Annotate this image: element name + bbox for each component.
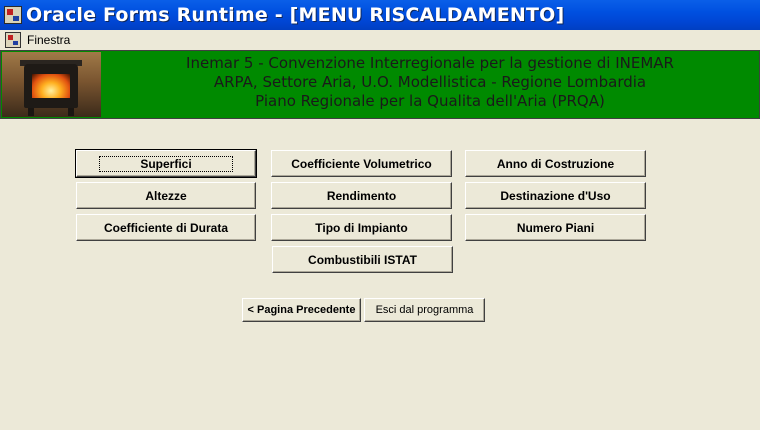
destinazione-uso-button[interactable]: Destinazione d'Uso — [465, 182, 646, 209]
altezze-button[interactable]: Altezze — [76, 182, 256, 209]
numero-piani-button[interactable]: Numero Piani — [465, 214, 646, 241]
banner-line-1: Inemar 5 - Convenzione Interregionale pe… — [186, 54, 674, 72]
banner-text: Inemar 5 - Convenzione Interregionale pe… — [101, 54, 759, 111]
anno-costruzione-button[interactable]: Anno di Costruzione — [465, 150, 646, 177]
pagina-precedente-button[interactable]: < Pagina Precedente — [242, 298, 361, 322]
oracle-forms-app-icon[interactable] — [4, 6, 22, 24]
banner-line-3: Piano Regionale per la Qualita dell'Aria… — [255, 92, 605, 110]
tipo-impianto-button[interactable]: Tipo di Impianto — [271, 214, 452, 241]
coefficiente-durata-button[interactable]: Coefficiente di Durata — [76, 214, 256, 241]
rendimento-button[interactable]: Rendimento — [271, 182, 452, 209]
window-menu-icon[interactable] — [5, 31, 21, 48]
menu-item-finestra[interactable]: Finestra — [27, 33, 70, 47]
stove-image — [2, 52, 101, 117]
banner-line-2: ARPA, Settore Aria, U.O. Modellistica - … — [213, 73, 647, 91]
menu-bar: Finestra — [0, 30, 760, 49]
esci-programma-button[interactable]: Esci dal programma — [364, 298, 485, 322]
coefficiente-volumetrico-button[interactable]: Coefficiente Volumetrico — [271, 150, 452, 177]
superfici-button[interactable]: Superfici — [75, 149, 257, 178]
header-banner: Inemar 5 - Convenzione Interregionale pe… — [0, 50, 760, 119]
combustibili-istat-button[interactable]: Combustibili ISTAT — [272, 246, 453, 273]
window-title: Oracle Forms Runtime - [MENU RISCALDAMEN… — [26, 4, 565, 26]
title-bar[interactable]: Oracle Forms Runtime - [MENU RISCALDAMEN… — [0, 0, 760, 30]
